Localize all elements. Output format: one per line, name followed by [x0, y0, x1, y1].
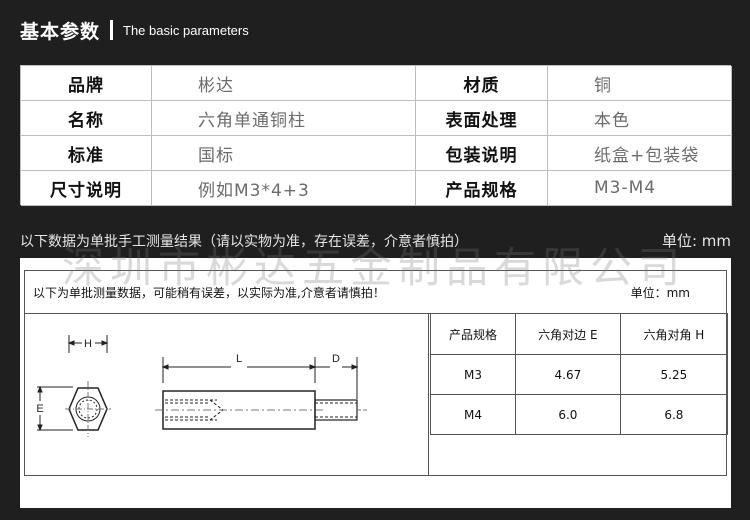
section-header: 基本参数 The basic parameters: [20, 14, 249, 46]
spec-card: 以下为单批测量数据，可能稍有误差，以实际为准,介意者请慎拍！ 单位：mm H E…: [20, 258, 731, 508]
l-arrow-right: [309, 364, 317, 370]
h-arrow-left: [67, 340, 75, 346]
card-header: 以下为单批测量数据，可能稍有误差，以实际为准,介意者请慎拍！ 单位：mm: [24, 270, 727, 314]
l-arrow-left: [161, 364, 169, 370]
column-header: 六角对边 E: [515, 313, 621, 355]
param-label: 产品规格: [416, 171, 548, 206]
param-label: 名称: [21, 101, 152, 136]
standoff-diagram: H E L D: [36, 335, 367, 437]
e-arrow-bottom: [37, 424, 43, 432]
table-cell: 6.0: [515, 394, 621, 435]
section-subtitle: The basic parameters: [123, 22, 249, 38]
param-value: 彬达: [152, 66, 416, 101]
param-value: 例如M3*4+3: [152, 171, 416, 206]
param-label: 品牌: [21, 66, 152, 101]
card-body: H E L D 产品规格 六角对边 E 六角对角 H M3 4.67 5.25 …: [24, 313, 729, 476]
column-header: 产品规格: [430, 313, 516, 355]
card-note: 以下为单批测量数据，可能稍有误差，以实际为准,介意者请慎拍！: [33, 285, 385, 300]
e-label: E: [36, 403, 43, 415]
table-cell: 5.25: [619, 354, 729, 395]
param-label: 标准: [21, 136, 152, 171]
table-cell: 4.67: [515, 354, 621, 395]
table-cell: M3: [430, 354, 516, 395]
param-label: 表面处理: [416, 101, 548, 136]
param-label: 尺寸说明: [21, 171, 152, 206]
card-unit: 单位：mm: [630, 285, 690, 300]
table-row: M4 6.0 6.8: [430, 394, 729, 435]
title-divider: [110, 20, 114, 40]
param-value: 本色: [548, 101, 732, 136]
parameter-table: 品牌 彬达 材质 铜 名称 六角单通铜柱 表面处理 本色 标准 国标 包装说明 …: [20, 65, 732, 206]
unit-label: 单位: mm: [661, 232, 731, 250]
param-label: 材质: [416, 66, 548, 101]
e-arrow-top: [37, 385, 43, 393]
note-text: 以下数据为单批手工测量结果（请以实物为准，存在误差，介意者慎拍）: [20, 233, 468, 250]
table-row: M3 4.67 5.25: [430, 354, 729, 395]
d-label: D: [332, 353, 340, 365]
spec-table-header: 产品规格 六角对边 E 六角对角 H: [430, 313, 729, 355]
spec-table: 产品规格 六角对边 E 六角对角 H M3 4.67 5.25 M4 6.0 6…: [430, 313, 729, 435]
standoff-drawing: H E L D: [25, 313, 429, 476]
section-title: 基本参数: [20, 20, 101, 43]
l-label: L: [236, 353, 242, 365]
param-value: 国标: [152, 136, 416, 171]
param-value: 六角单通铜柱: [152, 101, 416, 136]
param-value: 铜: [548, 66, 732, 101]
param-value: M3-M4: [548, 171, 732, 206]
h-arrow-right: [101, 340, 109, 346]
param-label: 包装说明: [416, 136, 548, 171]
measurement-note: 以下数据为单批手工测量结果（请以实物为准，存在误差，介意者慎拍） 单位: mm: [20, 230, 731, 251]
d-arrow-right: [351, 364, 359, 370]
column-header: 六角对角 H: [619, 313, 729, 355]
param-value: 纸盒+包装袋: [548, 136, 732, 171]
h-label: H: [84, 338, 92, 350]
table-cell: 6.8: [619, 394, 729, 435]
table-cell: M4: [430, 394, 516, 435]
